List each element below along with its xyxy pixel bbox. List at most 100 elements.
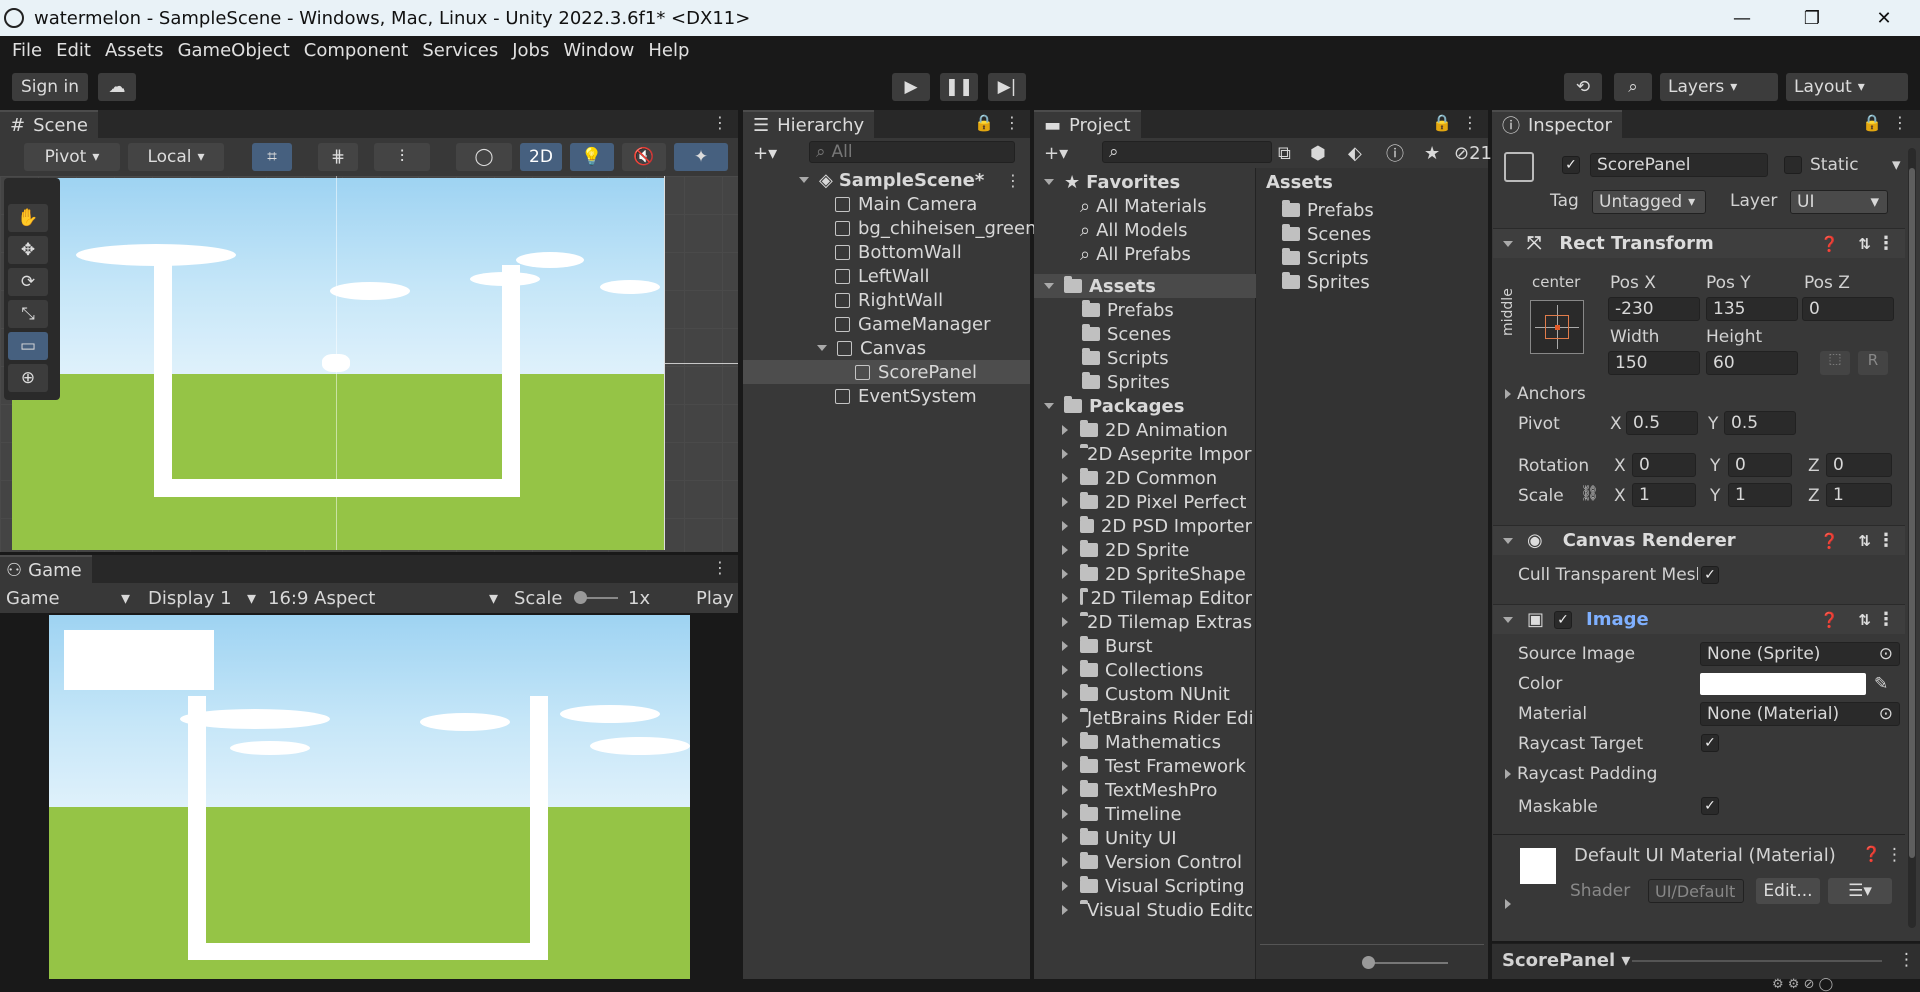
project-search-input[interactable]: ⌕ — [1102, 141, 1272, 163]
help-icon[interactable]: ❓ — [1820, 235, 1839, 253]
menu-component[interactable]: Component — [304, 40, 409, 61]
search-scope-icon[interactable]: ⧉ — [1278, 141, 1291, 165]
inspector-scrollbar[interactable] — [1908, 148, 1916, 928]
filter-log-icon[interactable]: ⓘ — [1386, 141, 1404, 165]
project-breadcrumb[interactable]: Assets — [1266, 170, 1333, 194]
inspector-scrollbar-thumb[interactable] — [1909, 168, 1915, 858]
project-add-button[interactable]: +▾ — [1044, 141, 1068, 165]
grid-snap-icon[interactable]: ⌗ — [252, 143, 292, 171]
hierarchy-item[interactable]: BottomWall — [835, 240, 962, 264]
tab-project[interactable]: ▬ Project — [1034, 110, 1141, 138]
display-dropdown[interactable]: Display 1 ▾ — [148, 586, 256, 610]
local-dropdown[interactable]: Local — [128, 143, 224, 171]
preset-icon[interactable]: ⇅ — [1858, 532, 1871, 550]
raw-edit-button[interactable]: R — [1858, 351, 1888, 375]
minimize-button[interactable]: — — [1714, 0, 1770, 36]
favorite-item[interactable]: ⌕ All Prefabs — [1080, 242, 1191, 266]
scale-z-input[interactable]: 1 — [1826, 483, 1892, 507]
preview-menu-icon[interactable]: ⋮ — [1898, 950, 1915, 970]
component-menu-icon[interactable]: ⋮ — [1877, 233, 1895, 254]
anchors-foldout[interactable]: Anchors — [1505, 384, 1586, 404]
cloud-icon[interactable]: ☁ — [98, 73, 136, 101]
lighting-icon[interactable]: 💡 — [570, 143, 614, 171]
package-item[interactable]: Unity UI — [1062, 826, 1252, 850]
rotate-tool-icon[interactable]: ⟳ — [8, 268, 48, 296]
package-item[interactable]: 2D Tilemap Editor — [1062, 586, 1252, 610]
blueprint-mode-icon[interactable]: ⬚ — [1820, 351, 1850, 375]
menu-assets[interactable]: Assets — [105, 40, 164, 61]
tab-scene[interactable]: # Scene — [0, 110, 98, 138]
package-item[interactable]: Test Framework — [1062, 754, 1252, 778]
hierarchy-item[interactable]: bg_chiheisen_green — [835, 216, 1037, 240]
pos-x-input[interactable]: -230 — [1608, 297, 1700, 321]
menu-jobs[interactable]: Jobs — [512, 40, 549, 61]
asset-folder[interactable]: Scenes — [1082, 322, 1171, 346]
package-item[interactable]: 2D SpriteShape — [1062, 562, 1252, 586]
project-lock-icon[interactable]: 🔒 — [1432, 113, 1452, 132]
pivot-dropdown[interactable]: Pivot — [24, 143, 120, 171]
source-image-field[interactable]: None (Sprite) ⊙ — [1700, 642, 1900, 666]
material-field[interactable]: None (Material) ⊙ — [1700, 702, 1900, 726]
package-item[interactable]: Visual Scripting — [1062, 874, 1252, 898]
scene-root-menu-icon[interactable]: ⋮ — [1005, 171, 1021, 190]
asset-list-item[interactable]: Scripts — [1282, 246, 1369, 270]
game-menu-icon[interactable]: ⋮ — [712, 558, 728, 577]
raycast-padding-foldout[interactable]: Raycast Padding — [1505, 764, 1657, 784]
material-menu-icon[interactable]: ⋮ — [1886, 845, 1903, 865]
package-item[interactable]: Custom NUnit — [1062, 682, 1252, 706]
favorite-item[interactable]: ⌕ All Models — [1080, 218, 1188, 242]
help-icon[interactable]: ❓ — [1862, 845, 1881, 863]
scale-slider-handle[interactable] — [574, 591, 587, 604]
package-item[interactable]: Collections — [1062, 658, 1252, 682]
scale-x-input[interactable]: 1 — [1632, 483, 1696, 507]
menu-help[interactable]: Help — [648, 40, 689, 61]
menu-edit[interactable]: Edit — [56, 40, 91, 61]
layers-dropdown[interactable]: Layers — [1660, 73, 1778, 101]
layout-dropdown[interactable]: Layout — [1786, 73, 1908, 101]
eyedropper-icon[interactable]: ✎ — [1874, 674, 1888, 694]
package-item[interactable]: 2D Animation — [1062, 418, 1252, 442]
shader-dropdown[interactable]: UI/Default — [1648, 879, 1744, 903]
audio-mute-icon[interactable]: 🔇 — [622, 143, 666, 171]
game-view[interactable] — [0, 613, 738, 979]
layer-dropdown[interactable]: UI ▾ — [1790, 190, 1888, 214]
preset-icon[interactable]: ⇅ — [1858, 611, 1871, 629]
menu-window[interactable]: Window — [563, 40, 634, 61]
rotation-x-input[interactable]: 0 — [1632, 453, 1696, 477]
asset-list-item[interactable]: Prefabs — [1282, 198, 1374, 222]
static-checkbox[interactable] — [1784, 156, 1802, 174]
raycast-target-checkbox[interactable]: ✓ — [1701, 734, 1719, 752]
2d-toggle-button[interactable]: 2D — [520, 143, 562, 171]
scene-menu-icon[interactable]: ⋮ — [712, 113, 728, 132]
hierarchy-search-input[interactable]: ⌕ All — [809, 141, 1015, 163]
preset-icon[interactable]: ⇅ — [1858, 235, 1871, 253]
package-item[interactable]: JetBrains Rider Editor — [1062, 706, 1252, 730]
hierarchy-item[interactable]: EventSystem — [835, 384, 977, 408]
hierarchy-item[interactable]: GameManager — [835, 312, 991, 336]
assets-tree-header[interactable]: Assets — [1044, 274, 1156, 298]
component-menu-icon[interactable]: ⋮ — [1877, 609, 1895, 630]
hidden-packages-icon[interactable]: ⊘ 21 — [1454, 141, 1492, 165]
anchor-preset-button[interactable] — [1530, 300, 1584, 354]
asset-list-item[interactable]: Scenes — [1282, 222, 1371, 246]
hierarchy-add-button[interactable]: +▾ — [753, 141, 777, 165]
play-icon[interactable]: ▶ — [892, 73, 930, 101]
package-item[interactable]: 2D Aseprite Importer — [1062, 442, 1252, 466]
favorite-star-icon[interactable]: ★ — [1424, 141, 1440, 165]
preview-object-dropdown[interactable]: ScorePanel ▾ — [1502, 950, 1630, 971]
menu-gameobject[interactable]: GameObject — [178, 40, 290, 61]
package-item[interactable]: 2D PSD Importer — [1062, 514, 1252, 538]
snap-increment-icon[interactable]: ⋕ — [318, 143, 358, 171]
pivot-x-input[interactable]: 0.5 — [1626, 411, 1698, 435]
package-item[interactable]: Timeline — [1062, 802, 1252, 826]
filter-type-icon[interactable]: ⬢ — [1310, 141, 1326, 165]
image-header[interactable]: ▣ ✓ Image ❓ ⇅ ⋮ — [1493, 604, 1905, 634]
package-item[interactable]: 2D Common — [1062, 466, 1252, 490]
hierarchy-lock-icon[interactable]: 🔒 — [974, 113, 994, 132]
image-enabled-checkbox[interactable]: ✓ — [1554, 610, 1573, 629]
history-icon[interactable]: ⟲ — [1564, 73, 1602, 101]
icon-size-slider-handle[interactable] — [1362, 956, 1375, 969]
asset-folder[interactable]: Prefabs — [1082, 298, 1174, 322]
hierarchy-item-selected[interactable]: ScorePanel — [855, 360, 977, 384]
hierarchy-scene-root[interactable]: ◈ SampleScene* — [799, 168, 984, 192]
